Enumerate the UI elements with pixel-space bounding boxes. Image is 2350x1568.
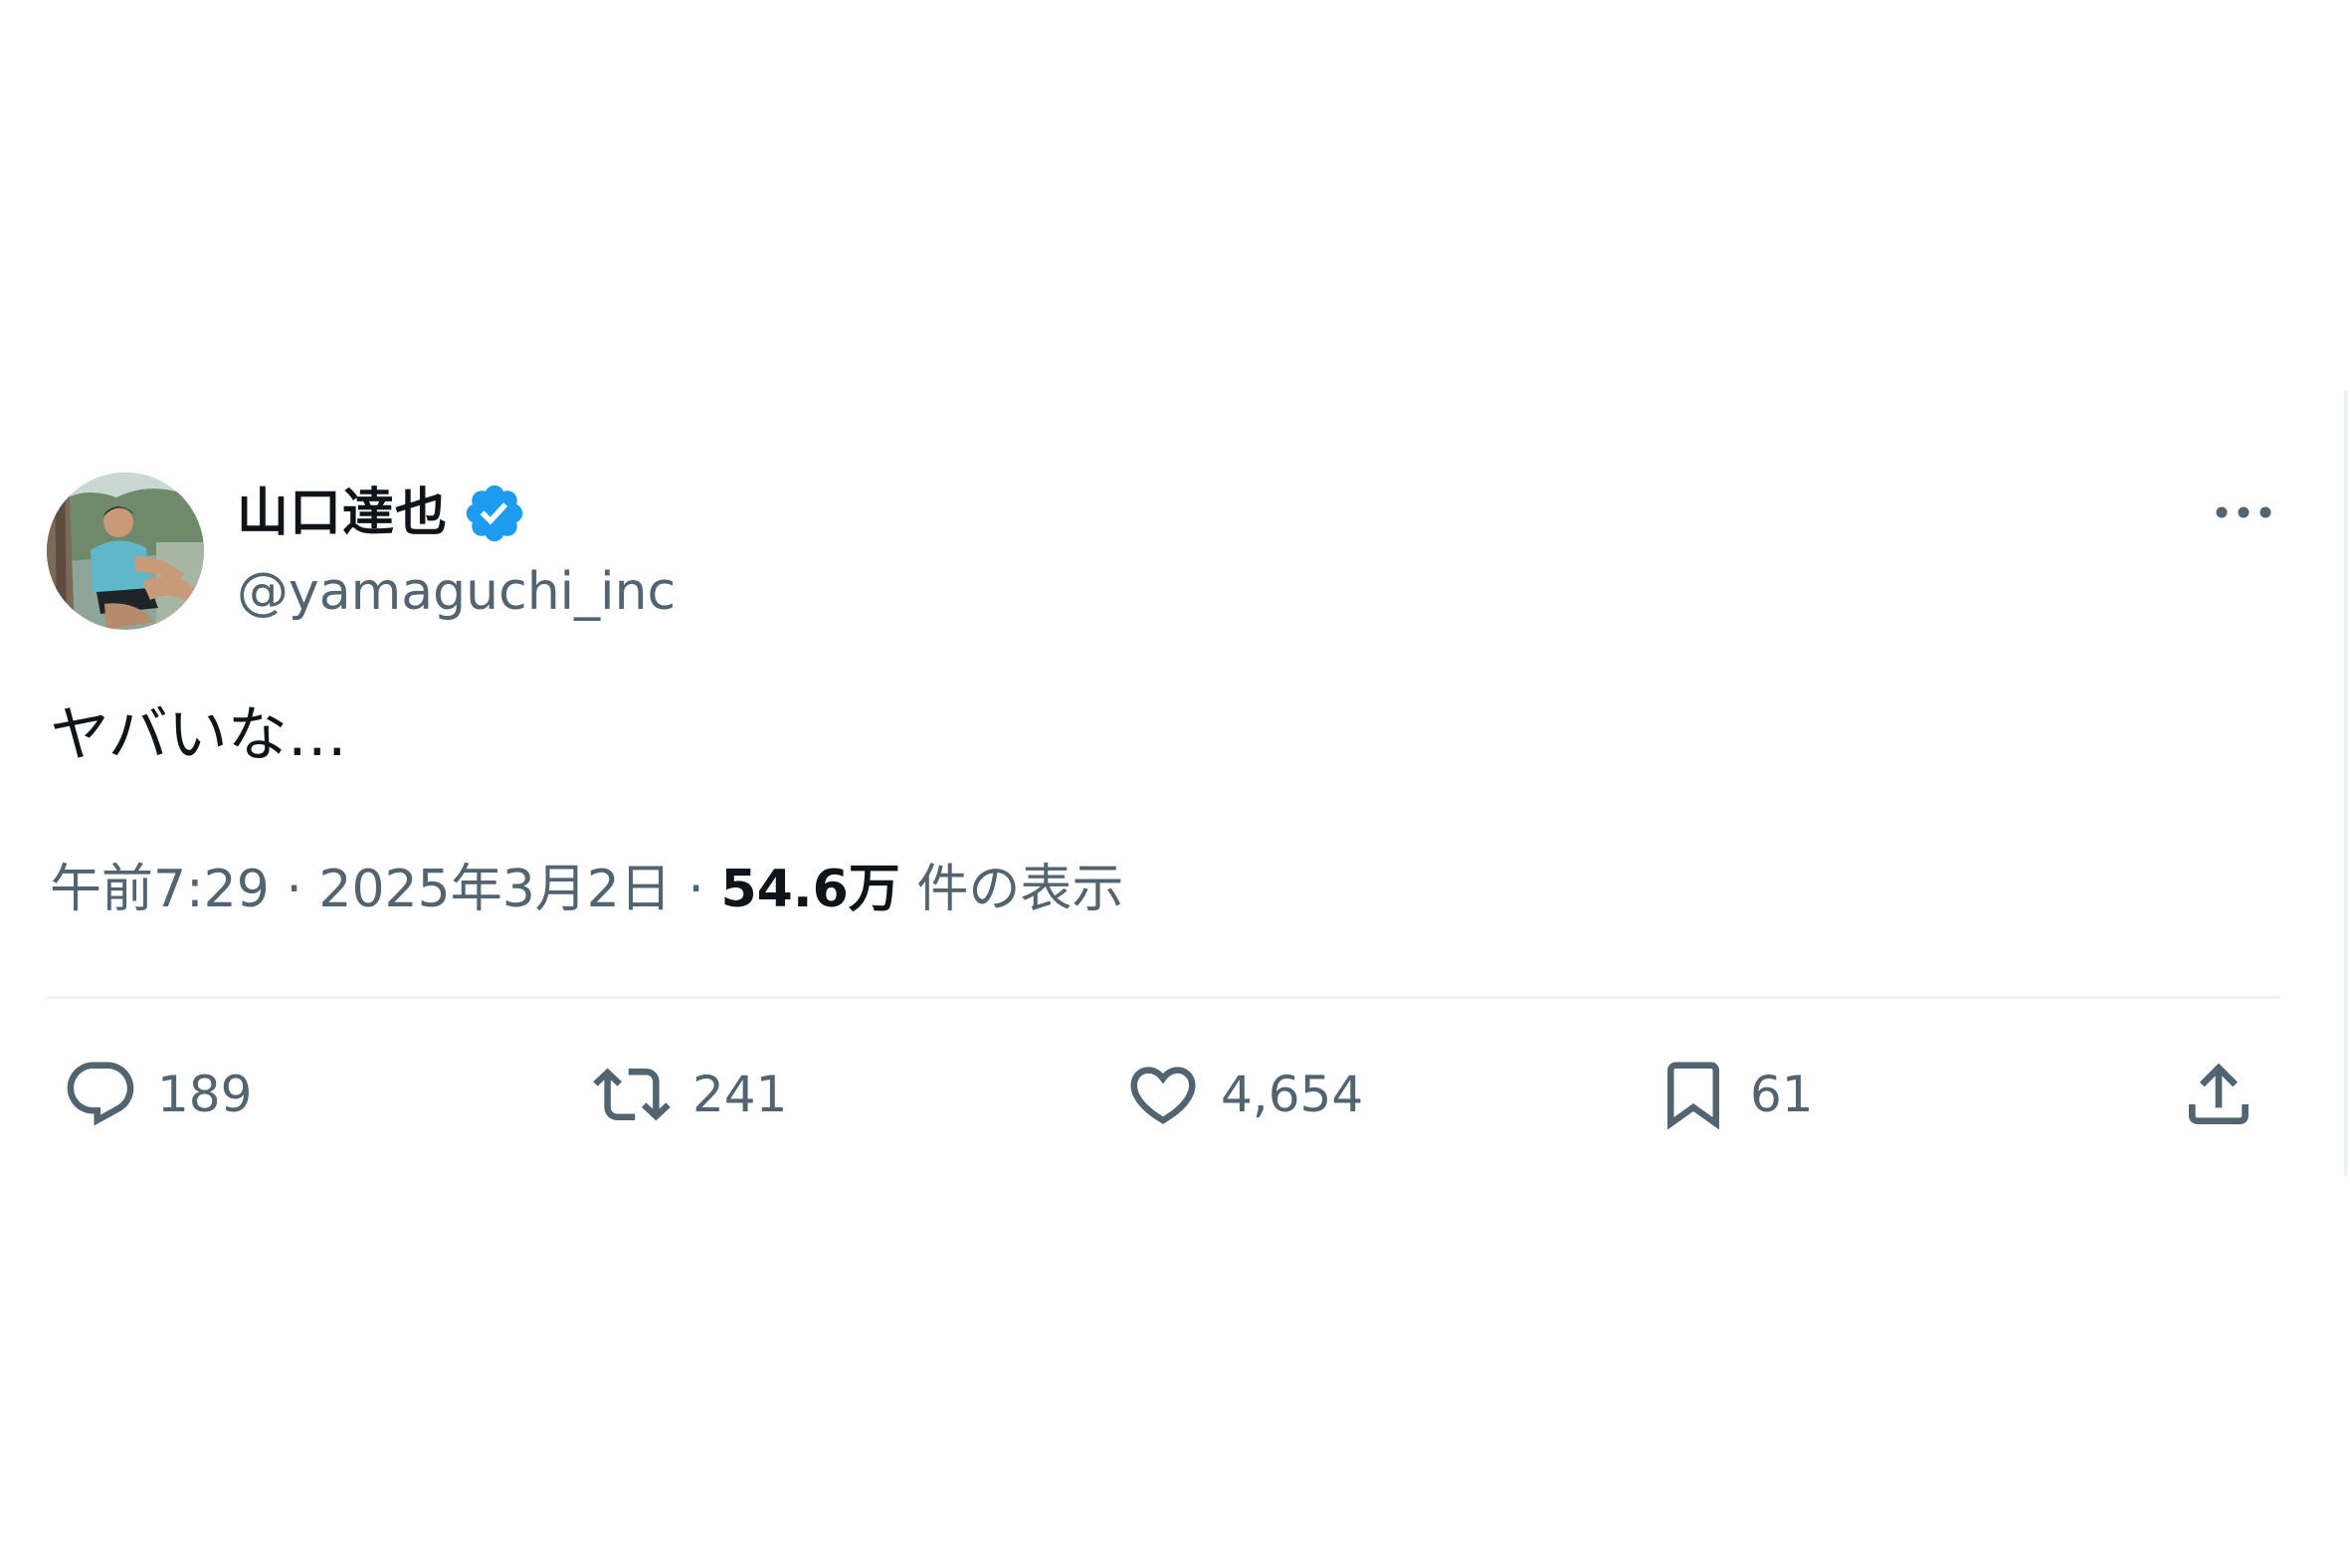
heart-icon: [1130, 1067, 1196, 1124]
avatar[interactable]: [47, 473, 204, 630]
reply-button[interactable]: 189: [62, 1047, 252, 1142]
like-count: 4,654: [1221, 1066, 1364, 1123]
repost-button[interactable]: 241: [589, 1047, 787, 1142]
reply-count: 189: [157, 1066, 253, 1123]
avatar-photo: [47, 473, 204, 630]
more-options-button[interactable]: [2204, 488, 2283, 537]
reply-icon: [67, 1062, 134, 1126]
post-time[interactable]: 午前7:29: [50, 860, 270, 919]
views-count[interactable]: 54.6万: [720, 860, 899, 919]
scrollbar-track: [2344, 390, 2347, 1176]
display-name[interactable]: 山口達也: [237, 488, 448, 539]
meta-separator: ·: [687, 860, 704, 919]
bookmark-icon: [1667, 1062, 1719, 1130]
bookmark-button[interactable]: 61: [1655, 1047, 1814, 1142]
tweet-metadata: 午前7:29 · 2025年3月2日 · 54.6万 件の表示: [50, 855, 1123, 924]
repost-icon: [593, 1068, 671, 1121]
repost-count: 241: [692, 1066, 788, 1123]
verified-badge-icon[interactable]: [462, 481, 527, 546]
more-horizontal-icon: [2216, 506, 2271, 518]
views-label: 件の表示: [916, 860, 1124, 919]
like-button[interactable]: 4,654: [1123, 1047, 1363, 1142]
divider: [47, 996, 2280, 999]
tweet-text: ヤバいな…: [50, 700, 347, 770]
author-name-row: 山口達也: [237, 474, 527, 553]
tweet-card: 山口達也 @yamaguchi_inc ヤバいな… 午前7:29 · 2025年…: [0, 0, 2350, 1568]
bookmark-count: 61: [1750, 1066, 1814, 1123]
post-date[interactable]: 2025年3月2日: [318, 860, 672, 919]
share-icon: [2189, 1063, 2249, 1124]
meta-separator: ·: [286, 860, 302, 919]
share-button[interactable]: [2179, 1047, 2258, 1142]
author-handle[interactable]: @yamaguchi_inc: [237, 558, 676, 626]
